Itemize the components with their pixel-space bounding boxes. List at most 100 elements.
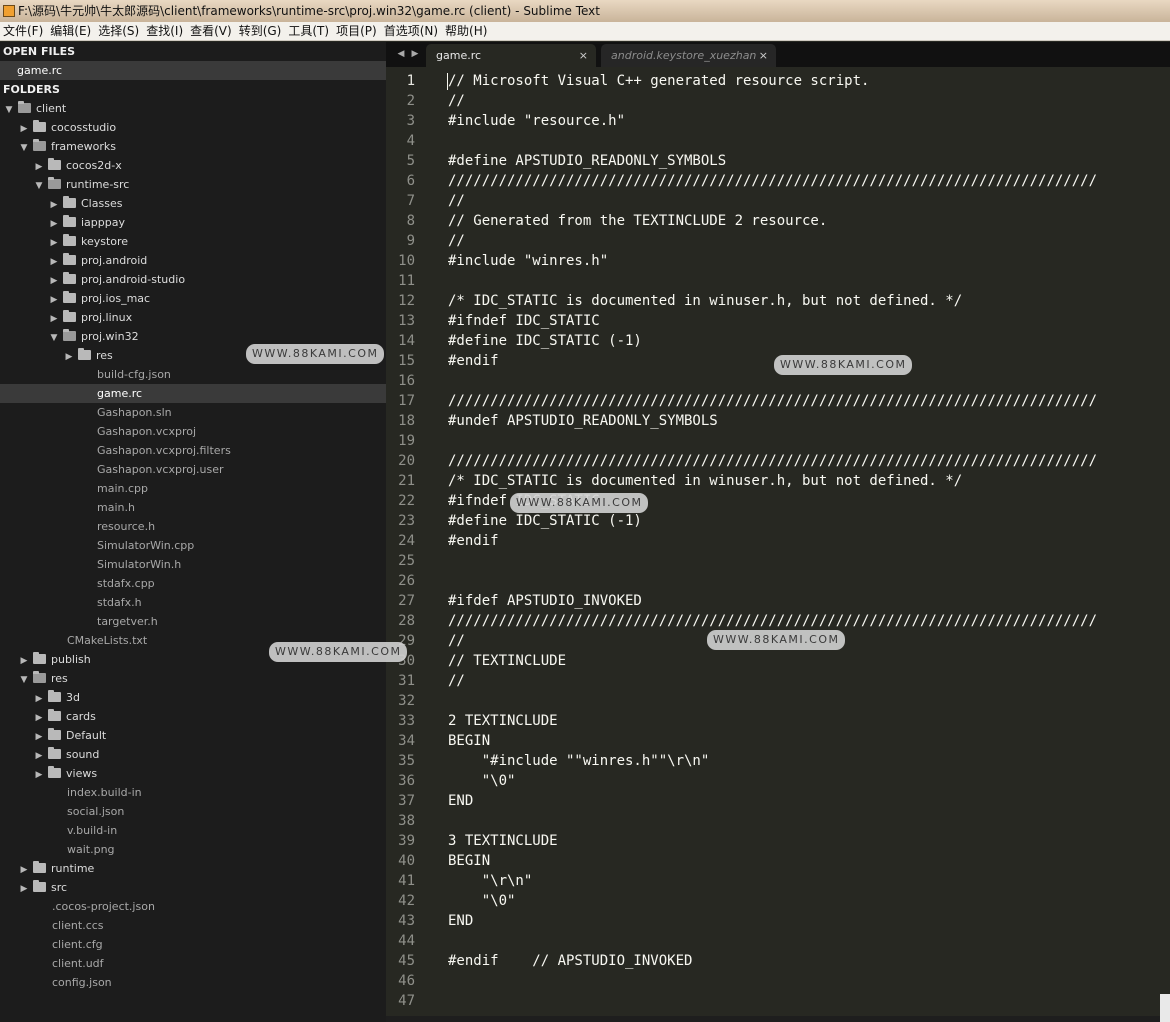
tree-file[interactable]: main.cpp (0, 479, 386, 498)
horizontal-scrollbar[interactable] (386, 1016, 1170, 1022)
code-line[interactable]: /* IDC_STATIC is documented in winuser.h… (448, 291, 1148, 311)
tree-folder[interactable]: ▶ cocos2d-x (0, 156, 386, 175)
code-line[interactable]: "\r\n" (448, 871, 1148, 891)
code-line[interactable]: END (448, 911, 1148, 931)
code-line[interactable]: "\0" (448, 771, 1148, 791)
tree-file[interactable]: Gashapon.sln (0, 403, 386, 422)
code-line[interactable]: END (448, 791, 1148, 811)
menu-item[interactable]: 首选项(N) (381, 22, 442, 41)
tree-file[interactable]: Gashapon.vcxproj (0, 422, 386, 441)
code-line[interactable]: ////////////////////////////////////////… (448, 451, 1148, 471)
code-line[interactable] (448, 811, 1148, 831)
open-file-item[interactable]: game.rc (0, 61, 386, 80)
code-line[interactable] (448, 931, 1148, 951)
code-line[interactable]: // (448, 191, 1148, 211)
menu-item[interactable]: 工具(T) (285, 22, 333, 41)
code-line[interactable]: #include "winres.h" (448, 251, 1148, 271)
code-line[interactable]: ////////////////////////////////////////… (448, 171, 1148, 191)
code-line[interactable]: #ifdef APSTUDIO_INVOKED (448, 591, 1148, 611)
tree-folder[interactable]: ▶ cocosstudio (0, 118, 386, 137)
tree-folder[interactable]: ▼ client (0, 99, 386, 118)
tree-file[interactable]: main.h (0, 498, 386, 517)
tree-folder[interactable]: ▶ proj.android (0, 251, 386, 270)
tree-folder[interactable]: ▶ keystore (0, 232, 386, 251)
tree-file[interactable]: wait.png (0, 840, 386, 859)
minimap[interactable] (1144, 67, 1170, 1022)
tab-game-rc[interactable]: game.rc × (426, 44, 596, 67)
code-line[interactable] (448, 551, 1148, 571)
tree-file[interactable]: client.ccs (0, 916, 386, 935)
tree-folder[interactable]: ▼ res (0, 669, 386, 688)
menu-item[interactable]: 选择(S) (95, 22, 143, 41)
code-line[interactable]: // (448, 671, 1148, 691)
menu-item[interactable]: 文件(F) (0, 22, 47, 41)
code-line[interactable]: ////////////////////////////////////////… (448, 391, 1148, 411)
code-line[interactable] (448, 131, 1148, 151)
code-line[interactable]: #undef APSTUDIO_READONLY_SYMBOLS (448, 411, 1148, 431)
code-line[interactable] (448, 271, 1148, 291)
code-line[interactable]: #endif (448, 531, 1148, 551)
code-editor[interactable]: 1 2 3 4 5 6 7 8 9 10 11 12 13 14 15 16 17 18 19 20 21 22 23 24 2… (386, 67, 1170, 1022)
tree-file[interactable]: .cocos-project.json (0, 897, 386, 916)
tree-file[interactable]: build-cfg.json (0, 365, 386, 384)
tree-file[interactable]: game.rc (0, 384, 386, 403)
tree-file[interactable]: v.build-in (0, 821, 386, 840)
tree-folder[interactable]: ▶ runtime (0, 859, 386, 878)
code-line[interactable]: "\0" (448, 891, 1148, 911)
code-line[interactable]: 2 TEXTINCLUDE (448, 711, 1148, 731)
tree-folder[interactable]: ▶ proj.linux (0, 308, 386, 327)
menu-item[interactable]: 查找(I) (143, 22, 187, 41)
tree-folder[interactable]: ▶ proj.ios_mac (0, 289, 386, 308)
code-line[interactable]: /* IDC_STATIC is documented in winuser.h… (448, 471, 1148, 491)
tree-file[interactable]: config.json (0, 973, 386, 992)
code-line[interactable]: // Generated from the TEXTINCLUDE 2 reso… (448, 211, 1148, 231)
tree-folder[interactable]: ▼ runtime-src (0, 175, 386, 194)
tree-folder[interactable]: ▶ proj.android-studio (0, 270, 386, 289)
code-line[interactable]: "#include ""winres.h""\r\n" (448, 751, 1148, 771)
close-icon[interactable]: × (759, 44, 768, 67)
code-line[interactable]: #include "resource.h" (448, 111, 1148, 131)
tree-folder[interactable]: ▶ sound (0, 745, 386, 764)
code-line[interactable]: #define IDC_STATIC (-1) (448, 331, 1148, 351)
tab-prev-icon[interactable]: ◀ (394, 42, 408, 67)
menu-item[interactable]: 转到(G) (236, 22, 286, 41)
tree-file[interactable]: resource.h (0, 517, 386, 536)
menu-item[interactable]: 查看(V) (187, 22, 236, 41)
tab-android-keystore[interactable]: android.keystore_xuezhan × (601, 44, 776, 67)
code-line[interactable] (448, 691, 1148, 711)
code-line[interactable]: #define APSTUDIO_READONLY_SYMBOLS (448, 151, 1148, 171)
menu-item[interactable]: 编辑(E) (47, 22, 95, 41)
tree-file[interactable]: client.udf (0, 954, 386, 973)
code-line[interactable] (448, 431, 1148, 451)
code-line[interactable]: // TEXTINCLUDE (448, 651, 1148, 671)
code-line[interactable]: 3 TEXTINCLUDE (448, 831, 1148, 851)
code-line[interactable] (448, 571, 1148, 591)
tree-file[interactable]: Gashapon.vcxproj.user (0, 460, 386, 479)
tree-file[interactable]: social.json (0, 802, 386, 821)
tree-folder[interactable]: ▶ 3d (0, 688, 386, 707)
close-icon[interactable]: × (579, 44, 588, 67)
tree-folder[interactable]: ▶ iapppay (0, 213, 386, 232)
code-line[interactable]: BEGIN (448, 731, 1148, 751)
code-line[interactable]: // Microsoft Visual C++ generated resour… (448, 71, 1148, 91)
tree-folder[interactable]: ▶ cards (0, 707, 386, 726)
tree-folder[interactable]: ▶ Classes (0, 194, 386, 213)
code-line[interactable]: ////////////////////////////////////////… (448, 611, 1148, 631)
code-line[interactable] (448, 971, 1148, 991)
tree-folder[interactable]: ▼ frameworks (0, 137, 386, 156)
tree-folder[interactable]: ▶ views (0, 764, 386, 783)
tree-file[interactable]: targetver.h (0, 612, 386, 631)
code-line[interactable]: // (448, 91, 1148, 111)
menu-item[interactable]: 项目(P) (333, 22, 381, 41)
tree-file[interactable]: client.cfg (0, 935, 386, 954)
tree-folder[interactable]: ▶ Default (0, 726, 386, 745)
tree-file[interactable]: stdafx.h (0, 593, 386, 612)
menu-item[interactable]: 帮助(H) (442, 22, 491, 41)
tree-file[interactable]: SimulatorWin.h (0, 555, 386, 574)
tree-folder[interactable]: ▶ src (0, 878, 386, 897)
code-line[interactable]: #endif // APSTUDIO_INVOKED (448, 951, 1148, 971)
code-line[interactable]: #ifndef IDC_STATIC (448, 311, 1148, 331)
code-line[interactable]: // (448, 231, 1148, 251)
tree-file[interactable]: index.build-in (0, 783, 386, 802)
code-line[interactable]: #define IDC_STATIC (-1) (448, 511, 1148, 531)
